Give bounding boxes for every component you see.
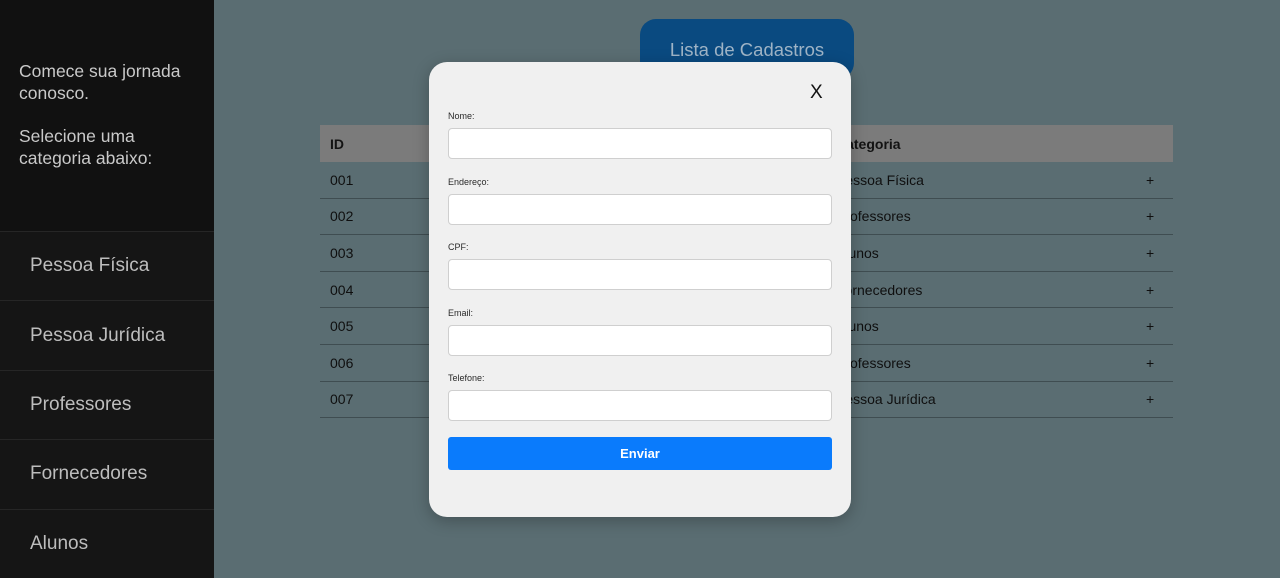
sidebar-item-label: Pessoa Jurídica: [30, 324, 166, 346]
add-button[interactable]: +: [1146, 391, 1154, 407]
add-button[interactable]: +: [1146, 172, 1154, 188]
row-id: 004: [330, 281, 354, 298]
sidebar-item-pessoa-juridica[interactable]: Pessoa Jurídica: [0, 300, 214, 370]
sidebar-item-alunos[interactable]: Alunos: [0, 508, 214, 578]
enviar-button[interactable]: Enviar: [448, 437, 832, 470]
add-button[interactable]: +: [1146, 282, 1154, 298]
enviar-label: Enviar: [620, 446, 660, 461]
sidebar-item-label: Alunos: [30, 532, 89, 554]
add-button[interactable]: +: [1146, 355, 1154, 371]
row-id: 007: [330, 391, 354, 408]
email-label: Email:: [448, 308, 474, 318]
add-button[interactable]: +: [1146, 245, 1154, 261]
nome-input[interactable]: [448, 128, 832, 159]
row-id: 006: [330, 354, 354, 371]
row-id: 003: [330, 244, 354, 261]
sidebar-intro: Comece sua jornada conosco. Selecione um…: [19, 60, 209, 190]
cpf-input[interactable]: [448, 259, 832, 290]
sidebar-item-pessoa-fisica[interactable]: Pessoa Física: [0, 231, 214, 301]
intro-text: Comece sua jornada conosco.: [19, 61, 181, 103]
registration-modal: X Nome: Endereço: CPF: Email: Telefone: …: [429, 62, 851, 517]
sidebar-item-label: Professores: [30, 393, 132, 415]
telefone-input[interactable]: [448, 390, 832, 421]
sidebar: Comece sua jornada conosco. Selecione um…: [0, 0, 214, 578]
add-button[interactable]: +: [1146, 208, 1154, 224]
close-button[interactable]: X: [810, 82, 823, 104]
nome-label: Nome:: [448, 111, 475, 121]
telefone-label: Telefone:: [448, 373, 485, 383]
row-id: 005: [330, 318, 354, 335]
row-id: 001: [330, 171, 354, 188]
cpf-label: CPF:: [448, 242, 469, 252]
endereco-label: Endereço:: [448, 177, 490, 187]
add-button[interactable]: +: [1146, 318, 1154, 334]
lista-de-cadastros-label: Lista de Cadastros: [669, 39, 825, 60]
sidebar-item-label: Fornecedores: [30, 463, 148, 485]
sidebar-nav: Pessoa Física Pessoa Jurídica Professore…: [0, 231, 214, 578]
endereco-input[interactable]: [448, 194, 832, 225]
sidebar-item-fornecedores[interactable]: Fornecedores: [0, 439, 214, 509]
row-id: 002: [330, 208, 354, 225]
intro-instruction: Selecione uma categoria abaixo:: [19, 126, 153, 168]
email-input[interactable]: [448, 325, 832, 356]
sidebar-item-label: Pessoa Física: [30, 255, 150, 277]
column-header-id: ID: [330, 135, 344, 152]
sidebar-item-professores[interactable]: Professores: [0, 369, 214, 440]
